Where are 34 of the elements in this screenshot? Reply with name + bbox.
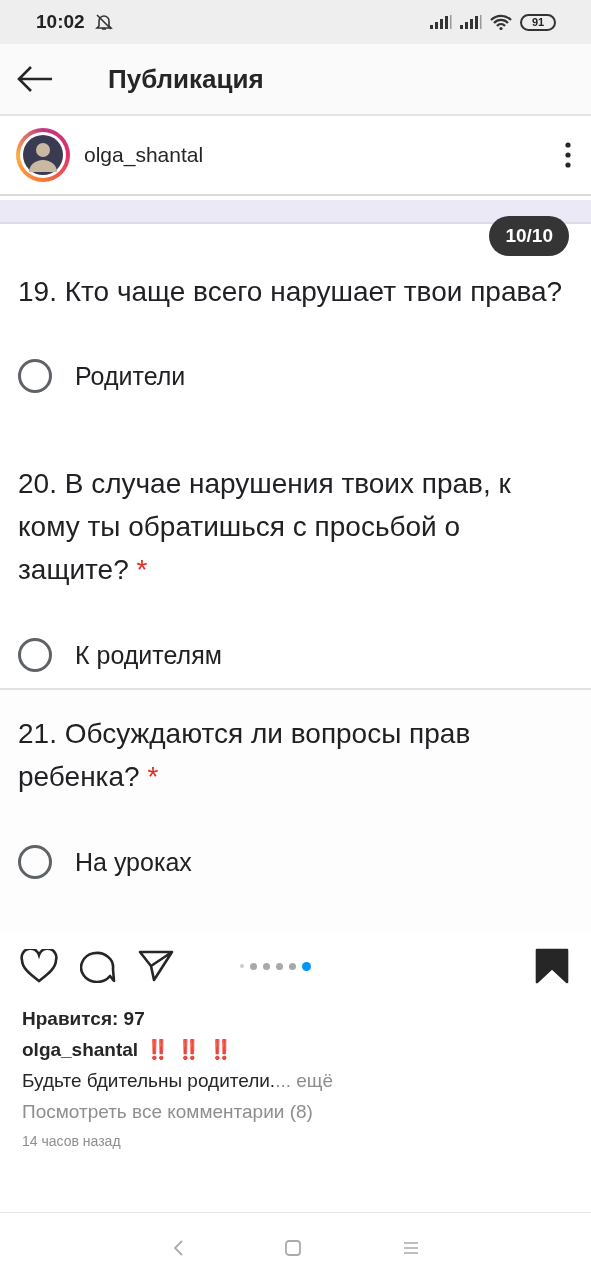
option-label: На уроках	[75, 847, 192, 877]
question-text: 20. В случае нарушения твоих прав, к кому ты обратишься с просьбой о защите? *	[18, 467, 512, 587]
carousel-dot[interactable]	[240, 964, 244, 968]
bell-off-icon	[94, 13, 113, 31]
comment-button[interactable]	[80, 949, 116, 983]
option-label: К родителям	[75, 640, 222, 670]
signal-icon	[430, 15, 452, 29]
carousel-dot[interactable]	[289, 962, 296, 970]
carousel-dot[interactable]	[302, 961, 311, 971]
username[interactable]: olga_shantal	[84, 143, 204, 167]
question-text: 19. Кто чаще всего нарушает твои права?	[18, 275, 564, 309]
question-text: 21. Обсуждаются ли вопросы прав ребенка? *	[18, 717, 472, 794]
radio-button[interactable]	[18, 638, 52, 672]
option-label: Родители	[75, 361, 186, 391]
share-button[interactable]	[138, 950, 174, 982]
carousel-dot[interactable]	[263, 962, 270, 970]
wifi-icon	[490, 14, 512, 30]
carousel-dot[interactable]	[250, 962, 257, 970]
like-button[interactable]	[20, 949, 58, 983]
post-time: 14 часов назад	[22, 1133, 121, 1149]
slide-counter: 10/10	[489, 216, 569, 256]
signal-icon	[460, 15, 482, 29]
caption-text: Будьте бдительны родители.	[22, 1070, 276, 1091]
caption-username[interactable]: olga_shantal	[22, 1039, 139, 1060]
radio-button[interactable]	[18, 845, 52, 879]
avatar[interactable]	[16, 128, 70, 182]
status-time: 10:02	[36, 11, 85, 33]
battery-level: 91	[520, 13, 556, 31]
carousel-dot[interactable]	[276, 962, 283, 970]
bookmark-button[interactable]	[535, 948, 569, 984]
likes-count[interactable]: Нравится: 97	[22, 1008, 145, 1029]
caption-emoji: ‼ ‼ ‼	[146, 1039, 234, 1060]
radio-button[interactable]	[18, 359, 52, 393]
screen-title: Публикация	[108, 63, 264, 95]
